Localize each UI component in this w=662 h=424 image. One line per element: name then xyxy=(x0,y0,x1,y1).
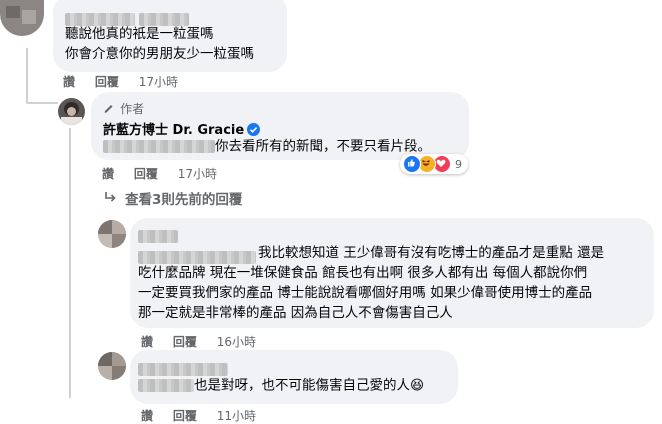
verified-badge-icon xyxy=(247,123,261,136)
timestamp[interactable]: 17小時 xyxy=(139,75,178,89)
comment-actions: 讚 回覆 17小時 xyxy=(63,73,194,90)
avatar[interactable] xyxy=(98,352,126,380)
reply-text: 也是對呀，也不可能傷害自己愛的人 xyxy=(194,377,410,394)
commenter-name-redacted[interactable] xyxy=(138,226,178,245)
author-tag-label: 作者 xyxy=(120,102,145,116)
comment-text-line: 聽說他真的衹是一粒蛋嗎 xyxy=(65,26,214,42)
comment-text-line: 那一定就是非常棒的產品 因為自己人不會傷害自己人 xyxy=(138,305,453,321)
author-avatar[interactable] xyxy=(58,98,85,125)
like-reaction-icon xyxy=(403,155,421,173)
reply-text: 你去看所有的新聞，不要只看片段。 xyxy=(215,138,431,155)
avatar[interactable] xyxy=(98,220,126,248)
reply-actions: 讚 回覆 17小時 xyxy=(102,165,233,182)
comment-bubble: 也是對呀，也不可能傷害自己愛的人😆 xyxy=(130,350,458,404)
author-pen-icon xyxy=(104,105,113,113)
like-button[interactable]: 讚 xyxy=(63,75,75,89)
reply-button[interactable]: 回覆 xyxy=(134,167,158,181)
timestamp[interactable]: 16小時 xyxy=(217,335,256,349)
comment-text-line: 吃什麼品牌 現在一堆保健食品 館長也有出啊 很多人都有出 每個人都說你們 xyxy=(138,265,588,281)
comment-text-line: 你會介意你的男朋友少一粒蛋嗎 xyxy=(65,46,254,62)
timestamp[interactable]: 17小時 xyxy=(178,167,217,181)
mentioned-user-redacted[interactable] xyxy=(103,140,215,153)
view-previous-replies-link[interactable]: 查看3則先前的回覆 xyxy=(125,188,242,208)
reply-arrow-icon xyxy=(103,189,117,208)
author-badge: 作者 xyxy=(103,98,144,117)
thread-line-replies xyxy=(69,128,71,398)
reaction-count: 9 xyxy=(455,157,462,171)
timestamp[interactable]: 11小時 xyxy=(217,409,256,423)
thread-line-main xyxy=(26,48,28,103)
like-button[interactable]: 讚 xyxy=(141,335,153,349)
comment-text-line: 一定要買我們家的產品 博士能說說看哪個好用嗎 如果少偉哥使用博士的產品 xyxy=(138,285,593,301)
like-button[interactable]: 讚 xyxy=(102,167,114,181)
reply-button[interactable]: 回覆 xyxy=(173,409,197,423)
comment-bubble: 我比較想知道 王少偉哥有沒有吃博士的產品才是重點 還是 吃什麼品牌 現在一堆保健… xyxy=(130,218,654,328)
avatar[interactable] xyxy=(0,0,44,36)
grinning-squinting-emoji-icon: 😆 xyxy=(410,377,425,394)
author-reply-bubble: 作者 許藍方博士 Dr. Gracie 你去看所有的新聞，不要只看片段。 xyxy=(91,92,469,160)
like-button[interactable]: 讚 xyxy=(141,409,153,423)
mention-redacted[interactable] xyxy=(138,379,194,392)
reactions-summary[interactable]: 9 xyxy=(400,154,468,174)
reply-actions: 讚 回覆 11小時 xyxy=(141,407,272,424)
thread-line-curve xyxy=(26,102,58,104)
reply-button[interactable]: 回覆 xyxy=(173,335,197,349)
reply-actions: 讚 回覆 16小時 xyxy=(141,333,272,350)
comment-text-line: 我比較想知道 王少偉哥有沒有吃博士的產品才是重點 還是 xyxy=(258,245,605,261)
reply-button[interactable]: 回覆 xyxy=(95,75,119,89)
comment-bubble: 聽說他真的衹是一粒蛋嗎 你會介意你的男朋友少一粒蛋嗎 xyxy=(53,0,287,72)
